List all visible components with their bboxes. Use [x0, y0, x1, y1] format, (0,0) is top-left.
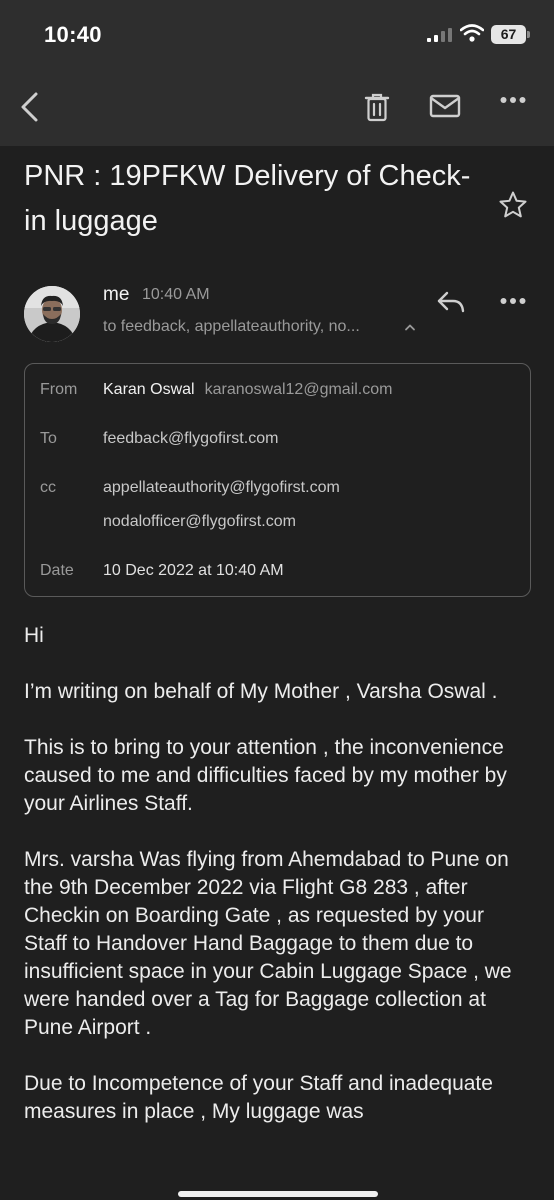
body-paragraph: Hi — [24, 624, 44, 647]
recipients-summary[interactable]: to feedback, appellateauthority, no... — [103, 318, 360, 336]
chevron-up-icon[interactable] — [404, 323, 416, 331]
sender-name: me — [103, 284, 130, 305]
body-paragraph: I’m writing on behalf of My Mother , Var… — [24, 680, 498, 703]
wifi-icon — [460, 24, 484, 42]
avatar-photo — [24, 286, 80, 342]
cc-label: cc — [40, 479, 56, 496]
to-address[interactable]: feedback@flygofirst.com — [103, 430, 278, 448]
body-paragraph: This is to bring to your attention , the… — [24, 736, 507, 815]
home-indicator[interactable] — [178, 1191, 378, 1197]
back-chevron-icon[interactable] — [18, 90, 42, 124]
sent-time: 10:40 AM — [142, 286, 210, 303]
star-outline-icon[interactable] — [498, 190, 528, 220]
cc-address[interactable]: nodalofficer@flygofirst.com — [103, 513, 296, 531]
status-time: 10:40 — [44, 22, 102, 47]
from-name: Karan Oswal — [103, 381, 195, 398]
email-details-panel: From Karan Oswal karanoswal12@gmail.com T… — [24, 363, 531, 597]
cc-address[interactable]: appellateauthority@flygofirst.com — [103, 479, 340, 497]
more-horizontal-icon[interactable] — [500, 297, 526, 305]
email-subject: PNR : 19PFKW Delivery of Check-in luggag… — [24, 160, 471, 237]
reply-icon[interactable] — [436, 290, 466, 314]
date-label: Date — [40, 562, 74, 579]
more-horizontal-icon[interactable] — [500, 96, 526, 104]
from-value: Karan Oswal karanoswal12@gmail.com — [103, 381, 392, 399]
battery-indicator: 67 — [491, 25, 526, 44]
avatar[interactable] — [24, 286, 80, 342]
trash-icon[interactable] — [363, 92, 391, 122]
body-paragraph: Due to Incompetence of your Staff and in… — [24, 1072, 493, 1123]
to-label: To — [40, 430, 57, 447]
mail-icon[interactable] — [429, 94, 461, 118]
battery-nub — [527, 31, 530, 38]
from-label: From — [40, 381, 78, 398]
email-toolbar — [0, 68, 554, 146]
body-paragraph: Mrs. varsha Was flying from Ahemdabad to… — [24, 848, 512, 1039]
cellular-signal-icon — [427, 28, 452, 42]
status-bar: 10:40 67 — [0, 0, 554, 68]
from-email[interactable]: karanoswal12@gmail.com — [205, 381, 393, 398]
date-value: 10 Dec 2022 at 10:40 AM — [103, 562, 284, 579]
email-body: Hi I’m writing on behalf of My Mother , … — [24, 622, 524, 1154]
